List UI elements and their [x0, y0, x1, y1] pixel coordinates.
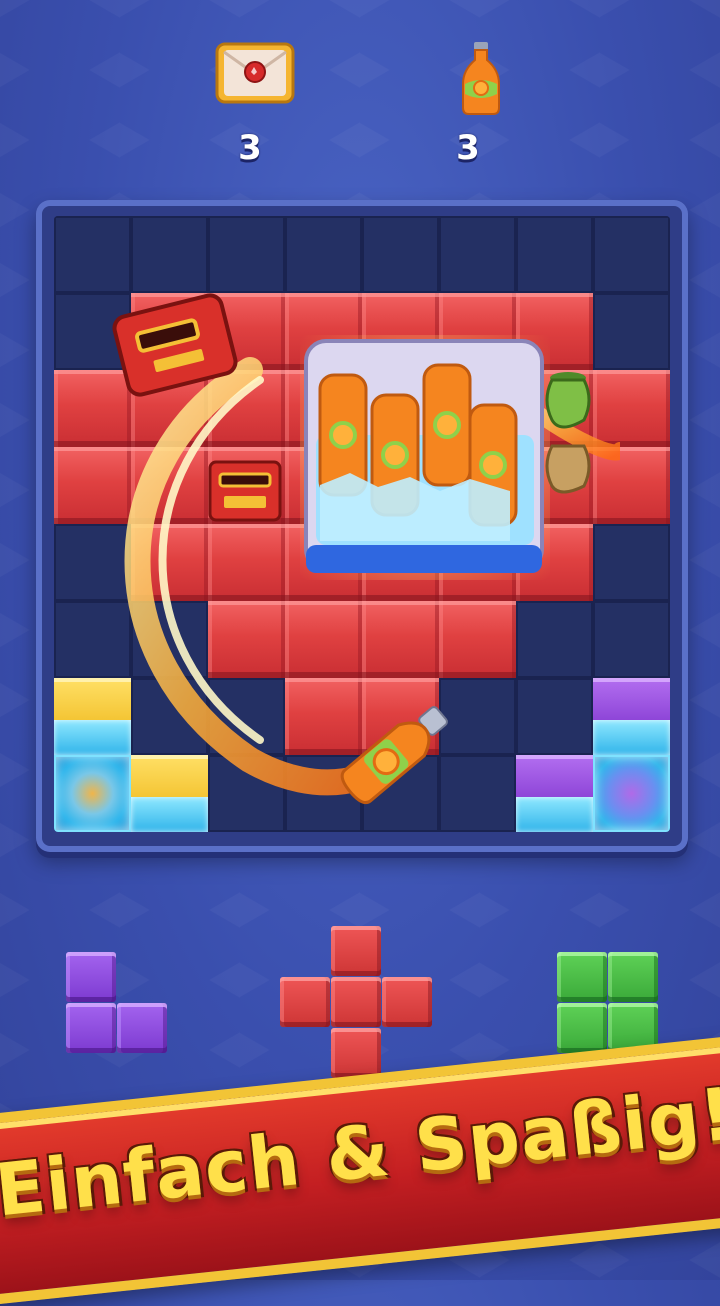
piece-block [117, 1003, 167, 1053]
goal-bottle: 3 [418, 40, 518, 168]
goal-envelope: 3 [200, 40, 300, 168]
goal-envelope-count: 3 [238, 128, 262, 168]
piece-block [557, 952, 607, 1002]
piece-block [331, 977, 381, 1027]
envelope-icon [215, 42, 295, 104]
piece-block [382, 977, 432, 1027]
piece-block [280, 977, 330, 1027]
small-postbox-icon [208, 460, 282, 522]
flying-bottle-icon [340, 706, 448, 805]
juice-bottle-icon [461, 42, 500, 115]
piece-block [331, 926, 381, 976]
cooler-box-icon [300, 335, 550, 580]
piece-block [608, 952, 658, 1002]
piece-block [66, 952, 116, 1002]
vase-icon [545, 372, 591, 494]
goal-bottle-count: 3 [456, 128, 480, 168]
piece-block [66, 1003, 116, 1053]
postbox-icon [112, 293, 238, 397]
